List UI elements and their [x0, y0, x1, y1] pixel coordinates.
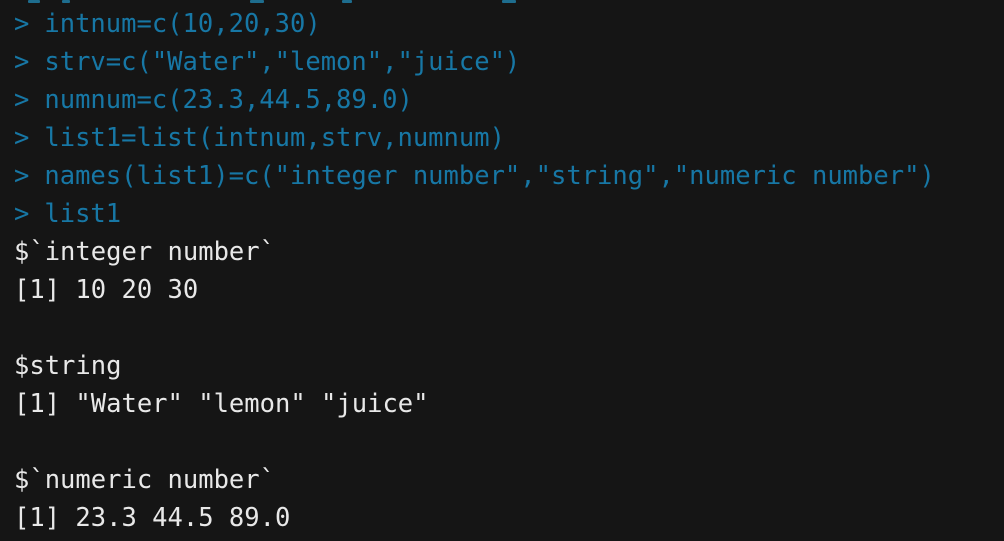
previous-line-fragment — [14, 0, 1004, 5]
console-output-line: $`integer number` — [14, 237, 275, 267]
console-output-line: [1] 10 20 30 — [14, 275, 199, 305]
r-console[interactable]: > intnum=c(10,20,30) > strv=c("Water","lemo… — [0, 0, 1004, 541]
console-output-line: [1] "Water" "lemon" "juice" — [14, 389, 429, 419]
console-input-line: > strv=c("Water","lemon","juice") — [14, 43, 1004, 81]
prompt-symbol: > — [14, 123, 30, 153]
prompt-symbol: > — [14, 161, 30, 191]
command-text: intnum=c(10,20,30) — [44, 9, 321, 39]
console-input-line: > names(list1)=c("integer number","string… — [14, 157, 1004, 195]
console-output: > intnum=c(10,20,30) > strv=c("Water","lemo… — [14, 5, 1004, 537]
console-input-line: > intnum=c(10,20,30) — [14, 5, 1004, 43]
prompt-symbol: > — [14, 9, 30, 39]
console-output-line: $string — [14, 351, 122, 381]
command-text: list1 — [44, 199, 122, 229]
prompt-symbol: > — [14, 199, 30, 229]
command-text: numnum=c(23.3,44.5,89.0) — [44, 85, 413, 115]
prompt-symbol: > — [14, 47, 30, 77]
prompt-symbol: > — [14, 85, 30, 115]
command-text: strv=c("Water","lemon","juice") — [44, 47, 521, 77]
console-input-line: > numnum=c(23.3,44.5,89.0) — [14, 81, 1004, 119]
command-text: list1=list(intnum,strv,numnum) — [44, 123, 505, 153]
command-text: names(list1)=c("integer number","string"… — [44, 161, 935, 191]
console-input-line: > list1=list(intnum,strv,numnum) — [14, 119, 1004, 157]
console-input-line: > list1 — [14, 195, 1004, 233]
console-output-line: $`numeric number` — [14, 465, 275, 495]
console-output-line: [1] 23.3 44.5 89.0 — [14, 503, 291, 533]
